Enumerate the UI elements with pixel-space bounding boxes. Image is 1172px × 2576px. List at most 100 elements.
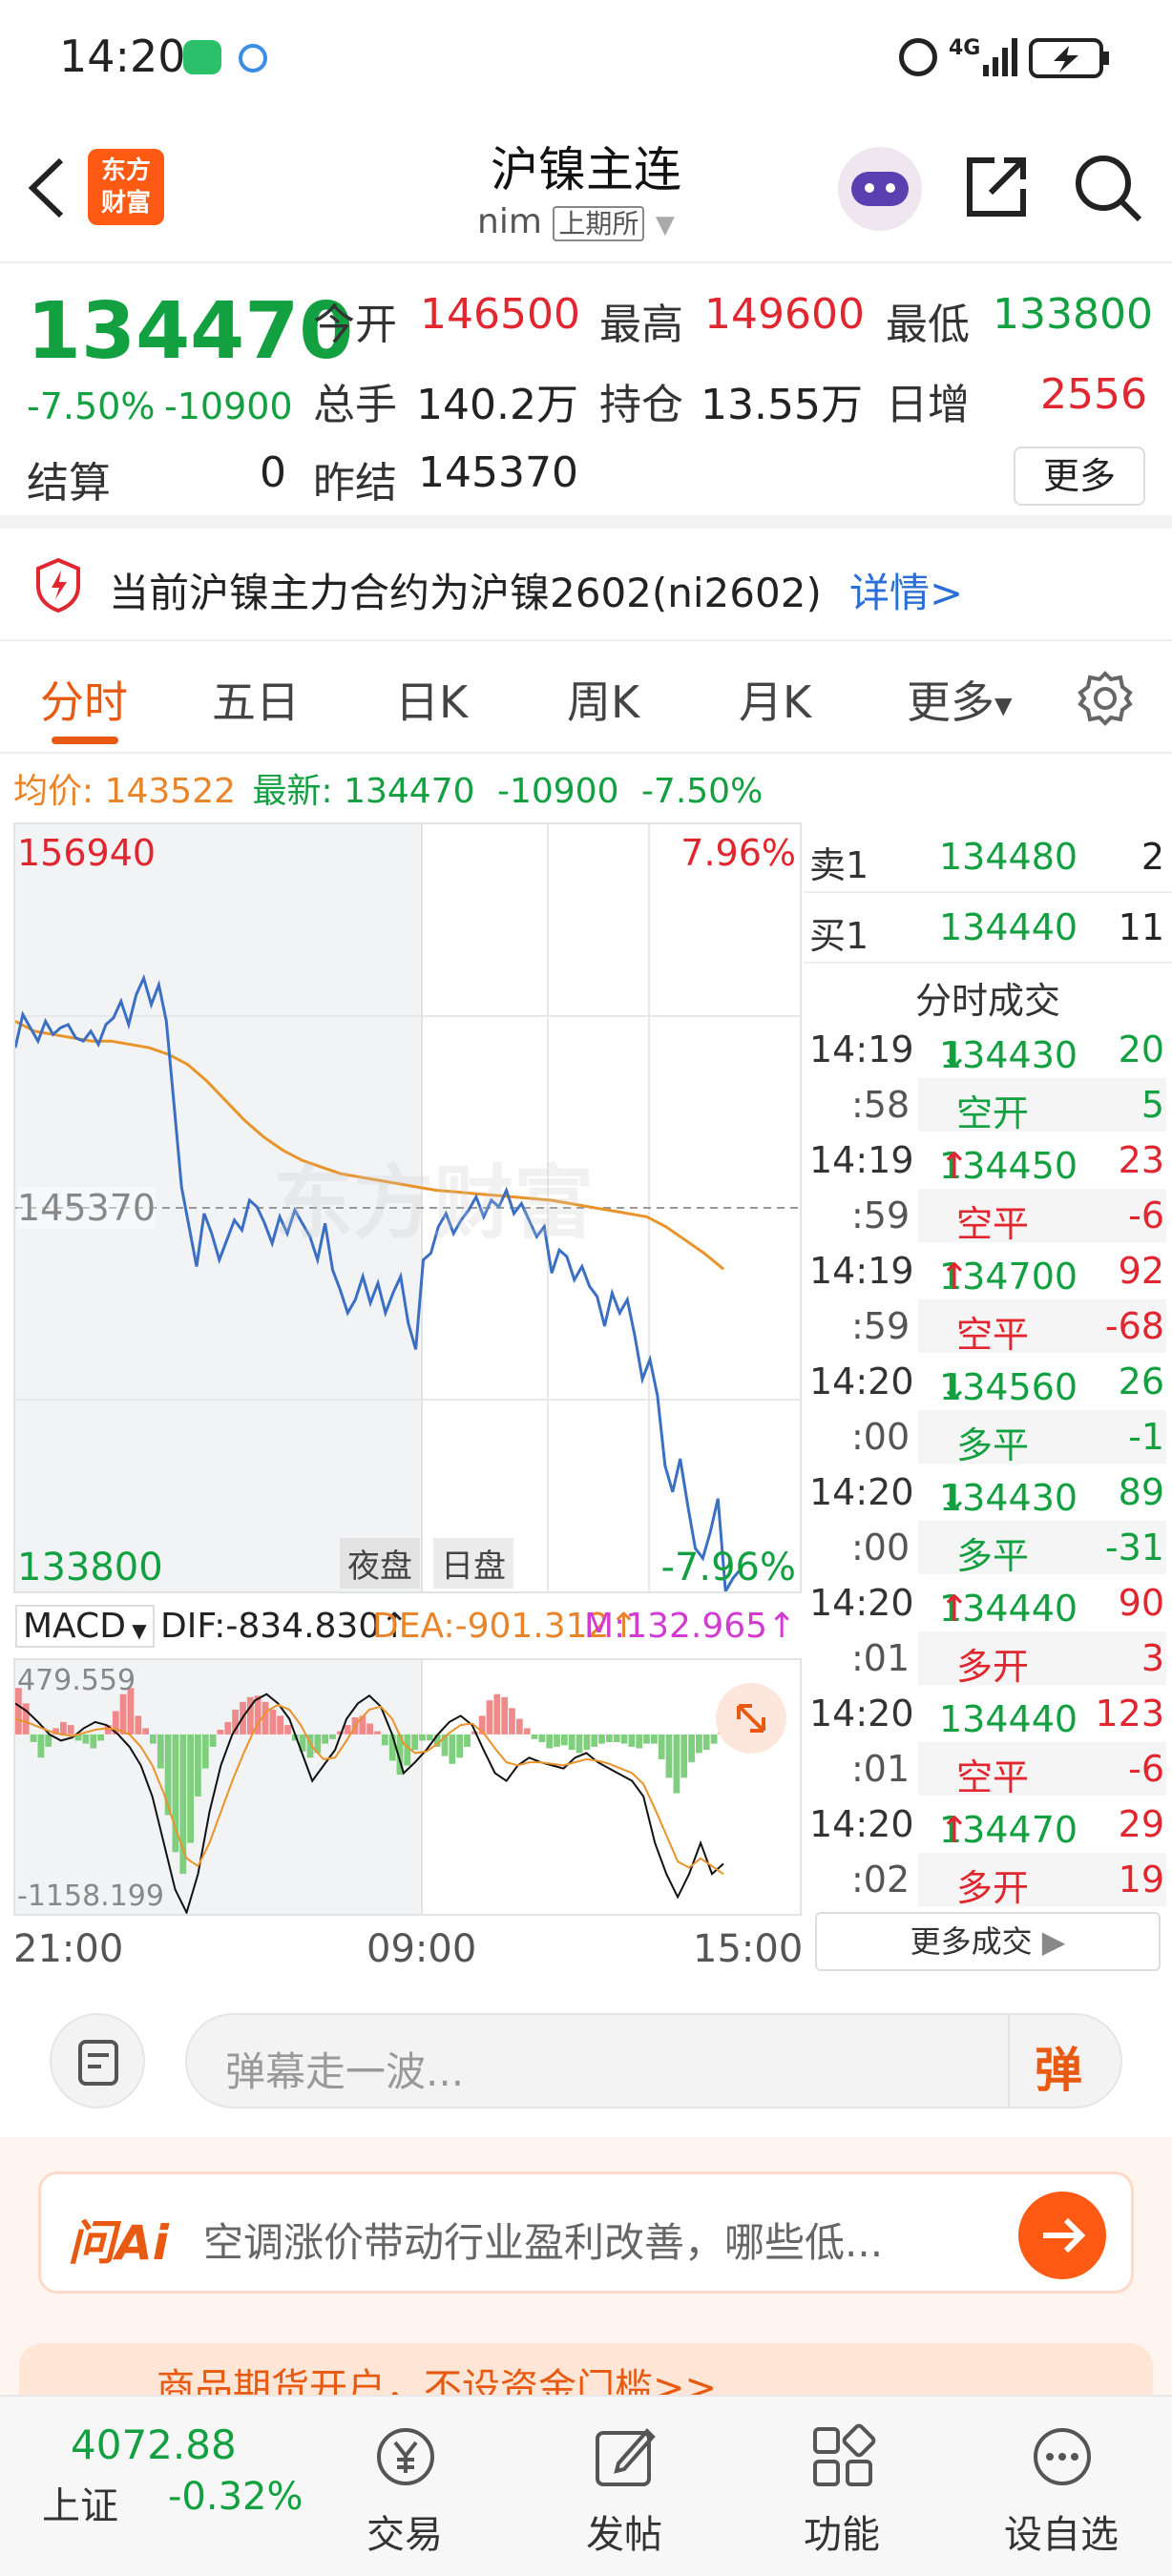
trade-time: 14:20 xyxy=(809,1361,914,1402)
macd-histogram-bar xyxy=(374,1731,381,1735)
more-trades-button[interactable]: 更多成交 ▶ xyxy=(815,1912,1161,1971)
tab-five-day[interactable]: 五日 xyxy=(212,668,300,731)
trade-time: 14:20 xyxy=(809,1803,914,1845)
trade-volume: 123 xyxy=(1095,1693,1164,1735)
tab-weekly-k[interactable]: 周K xyxy=(567,668,639,731)
edit-post-icon xyxy=(596,2428,656,2486)
search-icon[interactable] xyxy=(1073,153,1143,223)
macd-histogram-bar xyxy=(680,1734,688,1778)
settle-label: 结算 xyxy=(27,459,111,508)
trade-seconds: :59 xyxy=(851,1305,910,1347)
danmu-input[interactable]: 弹幕走一波... 弹 xyxy=(185,2013,1122,2109)
macd-histogram-bar xyxy=(493,1693,501,1735)
status-bar: 14:20 4G xyxy=(0,0,1172,114)
main-contract-notice[interactable]: 当前沪镍主力合约为沪镍2602(ni2602) 详情> xyxy=(0,529,1172,641)
index-value-text: 4072.88 xyxy=(71,2421,237,2468)
tab-daily-k[interactable]: 日K xyxy=(395,668,468,731)
trade-detail-row: :02 多开 19 xyxy=(804,1853,1172,1909)
volume-value: 140.2万 xyxy=(416,381,578,429)
macd-histogram-bar xyxy=(464,1734,471,1747)
y-low-pct-label: -7.96% xyxy=(660,1546,796,1589)
macd-histogram-bar xyxy=(509,1708,515,1735)
macd-histogram-bar xyxy=(546,1734,554,1749)
trade-direction-icon: ↓ xyxy=(939,1366,970,1408)
macd-histogram-bar xyxy=(344,1725,351,1735)
macd-histogram-bar xyxy=(322,1734,328,1744)
macd-histogram-bar xyxy=(658,1734,665,1759)
ai-submit-button[interactable] xyxy=(1018,2192,1106,2279)
latest-change: -10900 xyxy=(496,772,619,811)
trade-seconds: :01 xyxy=(851,1637,910,1679)
trade-oi-change: -31 xyxy=(1104,1527,1164,1568)
latest-value: 134470 xyxy=(344,772,475,811)
macd-histogram-bar xyxy=(284,1725,291,1735)
avg-label: 均价: xyxy=(13,772,94,811)
nav-add-watchlist[interactable]: 设自选 xyxy=(994,2397,1128,2576)
macd-histogram-bar xyxy=(411,1734,419,1751)
y-high-label: 156940 xyxy=(17,832,157,874)
macd-histogram-bar xyxy=(702,1734,710,1751)
macd-histogram-bar xyxy=(591,1734,598,1747)
tab-monthly-k[interactable]: 月K xyxy=(739,668,811,731)
trades-list: 14:19 134430 ↓ 20:58 空开 5 14:19 134450 ↑ 23:59 空平 -… xyxy=(804,1023,1172,1910)
nav-post-label: 发帖 xyxy=(586,2513,662,2557)
trade-seconds: :02 xyxy=(851,1859,910,1901)
volume-label: 总手 xyxy=(313,381,397,429)
macd-histogram-bar xyxy=(150,1734,157,1744)
trade-time: 14:19 xyxy=(809,1028,914,1070)
open-interest-value: 13.55万 xyxy=(701,381,863,429)
trade-kind: 空平 xyxy=(956,1314,1030,1356)
change-abs: -10900 xyxy=(164,385,293,427)
trade-row: 14:20 134430 ↓ 89 xyxy=(804,1465,1172,1521)
trade-detail-row: :00 多平 -31 xyxy=(804,1521,1172,1577)
search-notify-icon xyxy=(239,44,267,73)
expand-chart-icon[interactable] xyxy=(716,1683,786,1754)
trade-volume: 26 xyxy=(1118,1361,1164,1402)
tab-intraday[interactable]: 分时 xyxy=(40,668,128,731)
ask-volume: 2 xyxy=(1141,836,1164,878)
index-ticker[interactable]: 4072.88 上证 -0.32% xyxy=(0,2397,315,2576)
settings-gear-icon[interactable] xyxy=(1077,670,1134,727)
macd-histogram-bar xyxy=(576,1734,583,1754)
danmu-toggle-button[interactable]: 弹 xyxy=(1035,2032,1082,2101)
more-dots-icon xyxy=(1034,2428,1091,2485)
macd-histogram-bar xyxy=(209,1734,217,1747)
intraday-price-chart[interactable]: 东方财富 156940 7.96% 145370 133800 -7.96% 夜… xyxy=(13,822,802,1593)
ai-question-box[interactable]: 问Ai 空调涨价带动行业盈利改善，哪些低... xyxy=(38,2171,1134,2294)
bid-label: 买1 xyxy=(809,915,869,957)
index-change: -0.32% xyxy=(168,2475,303,2519)
dif-text: DIF:-834.830 xyxy=(160,1607,381,1646)
bottom-nav: 4072.88 上证 -0.32% 交易 发帖 功能 设自选 xyxy=(0,2395,1172,2576)
trade-volume: 92 xyxy=(1118,1250,1164,1292)
nav-trade[interactable]: 交易 xyxy=(338,2397,471,2576)
macd-histogram-bar xyxy=(628,1734,636,1747)
tab-more-dropdown-icon: ▼ xyxy=(994,692,1013,719)
tab-more[interactable]: 更多▼ xyxy=(907,668,1012,731)
nav-post[interactable]: 发帖 xyxy=(557,2397,691,2576)
trade-kind: 多平 xyxy=(956,1535,1030,1577)
macd-histogram-bar xyxy=(329,1734,336,1739)
notice-details-link[interactable]: 详情> xyxy=(849,561,963,619)
nav-features[interactable]: 功能 xyxy=(775,2397,909,2576)
m-value: M:132.965↑ xyxy=(584,1607,797,1646)
danmu-placeholder: 弹幕走一波... xyxy=(225,2048,465,2095)
macd-histogram-bar xyxy=(598,1734,605,1744)
trade-row: 14:19 134430 ↓ 20 xyxy=(804,1023,1172,1078)
danmu-settings-icon[interactable] xyxy=(50,2013,145,2109)
tab-more-label: 更多 xyxy=(907,676,994,728)
robot-assistant-icon[interactable] xyxy=(838,147,922,231)
trade-row: 14:20 134440 123 xyxy=(804,1687,1172,1742)
macd-histogram-bar xyxy=(119,1693,127,1735)
share-icon[interactable] xyxy=(962,153,1031,221)
macd-chart[interactable]: 479.559 -1158.199 xyxy=(13,1658,802,1916)
y-mid-label: 145370 xyxy=(17,1187,157,1229)
trade-direction-icon: ↓ xyxy=(939,1034,970,1076)
macd-histogram-bar xyxy=(269,1709,277,1735)
x-tick-start: 21:00 xyxy=(13,1927,124,1971)
grid-features-icon xyxy=(813,2423,876,2486)
promo-strip[interactable]: 商品期货开户，不设资金门槛>> xyxy=(19,2343,1153,2395)
indicator-selector[interactable]: MACD ▼ xyxy=(15,1605,155,1648)
more-quote-button[interactable]: 更多 xyxy=(1014,447,1145,506)
macd-header: MACD ▼ DIF:-834.830↑ DEA:-901.312↑ M:132… xyxy=(13,1593,802,1656)
exchange-dropdown-icon[interactable]: ▼ xyxy=(656,211,675,239)
